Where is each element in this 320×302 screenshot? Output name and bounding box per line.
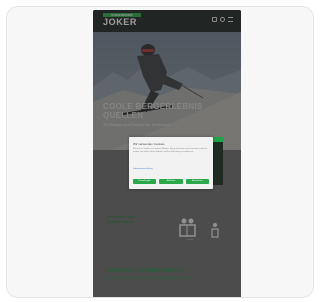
cookie-dialog-title: Wir verwenden Cookies xyxy=(133,142,165,146)
settings-button[interactable]: Einstellungen xyxy=(133,179,157,184)
cookie-dialog-text: Wir nutzen Cookies auf unserer Website. … xyxy=(133,148,208,153)
privacy-link[interactable]: Datenschutzerklärung xyxy=(133,168,152,170)
cookie-dialog-buttons: Einstellungen Ablehnen Akzeptieren xyxy=(133,179,209,184)
screenshot-card: COOLE BERG­ERLEBNIS QUELLEN 20 Skitage u… xyxy=(6,6,314,298)
reject-button[interactable]: Ablehnen xyxy=(159,179,183,184)
cookie-consent-dialog: Wir verwenden Cookies Wir nutzen Cookies… xyxy=(129,137,213,189)
mobile-viewport: COOLE BERG­ERLEBNIS QUELLEN 20 Skitage u… xyxy=(93,10,241,297)
accept-button[interactable]: Akzeptieren xyxy=(185,179,209,184)
